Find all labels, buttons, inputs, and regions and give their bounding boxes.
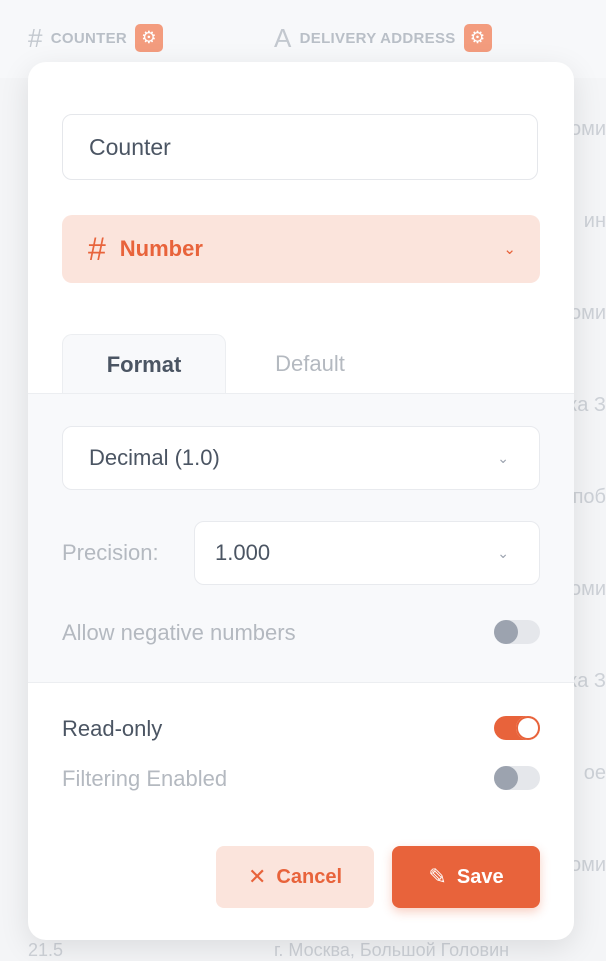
grid-cell: ое <box>583 762 606 784</box>
column-header-counter[interactable]: # COUNTER ⚙ <box>28 23 164 53</box>
grid-cell: г. Москва, Большой Головин <box>274 940 510 960</box>
precision-select[interactable]: 1.000 ⌄ <box>194 521 540 585</box>
tab-default[interactable]: Default <box>240 334 380 394</box>
save-label: Save <box>456 865 504 888</box>
precision-label: Precision: <box>62 540 159 565</box>
toggle-knob <box>516 716 540 740</box>
column-name-input[interactable]: Counter <box>62 114 538 180</box>
column-header-delivery-address[interactable]: A DELIVERY ADDRESS ⚙ <box>274 24 492 52</box>
grid-cell: поб <box>572 486 606 508</box>
cancel-button[interactable]: ✕ Cancel <box>216 846 374 908</box>
grid-cell: 21.5 <box>28 940 64 960</box>
chevron-down-icon: ⌄ <box>497 544 509 561</box>
toggle-knob <box>494 620 518 644</box>
save-edit-icon: ✎ <box>428 864 447 889</box>
grid-cell: оми <box>569 118 606 140</box>
grid-cell: оми <box>569 578 606 600</box>
chevron-down-icon: ⌄ <box>497 449 509 466</box>
text-type-icon: A <box>274 23 292 53</box>
column-settings-modal: Counter # Number ⌄ Format Default Decima… <box>28 62 574 940</box>
column-label: COUNTER <box>50 29 128 47</box>
column-type-select[interactable]: # Number ⌄ <box>62 215 540 283</box>
number-format-value: Decimal (1.0) <box>89 445 220 470</box>
column-label: DELIVERY ADDRESS <box>299 29 456 47</box>
toggle-knob <box>494 766 518 790</box>
precision-value: 1.000 <box>215 540 271 565</box>
chevron-down-icon: ⌄ <box>503 241 516 258</box>
cancel-label: Cancel <box>276 865 343 888</box>
grid-cell: ин <box>583 210 606 232</box>
filtering-enabled-toggle[interactable] <box>494 766 540 790</box>
filtering-enabled-label: Filtering Enabled <box>62 766 228 791</box>
settings-tabs: Format Default <box>28 334 574 394</box>
tab-format[interactable]: Format <box>62 334 226 394</box>
number-format-select[interactable]: Decimal (1.0) ⌄ <box>62 426 540 490</box>
gear-icon[interactable]: ⚙ <box>463 24 492 52</box>
allow-negative-label: Allow negative numbers <box>62 620 296 645</box>
grid-cell: оми <box>569 854 606 876</box>
gear-icon[interactable]: ⚙ <box>135 24 164 52</box>
grid-cell: оми <box>569 302 606 324</box>
number-type-icon: # <box>88 231 106 267</box>
read-only-toggle[interactable] <box>494 716 540 740</box>
allow-negative-toggle[interactable] <box>494 620 540 644</box>
close-icon: ✕ <box>247 864 267 889</box>
read-only-label: Read-only <box>62 716 163 741</box>
column-type-label: Number <box>119 236 203 261</box>
save-button[interactable]: ✎ Save <box>392 846 540 908</box>
number-type-icon: # <box>28 23 43 53</box>
